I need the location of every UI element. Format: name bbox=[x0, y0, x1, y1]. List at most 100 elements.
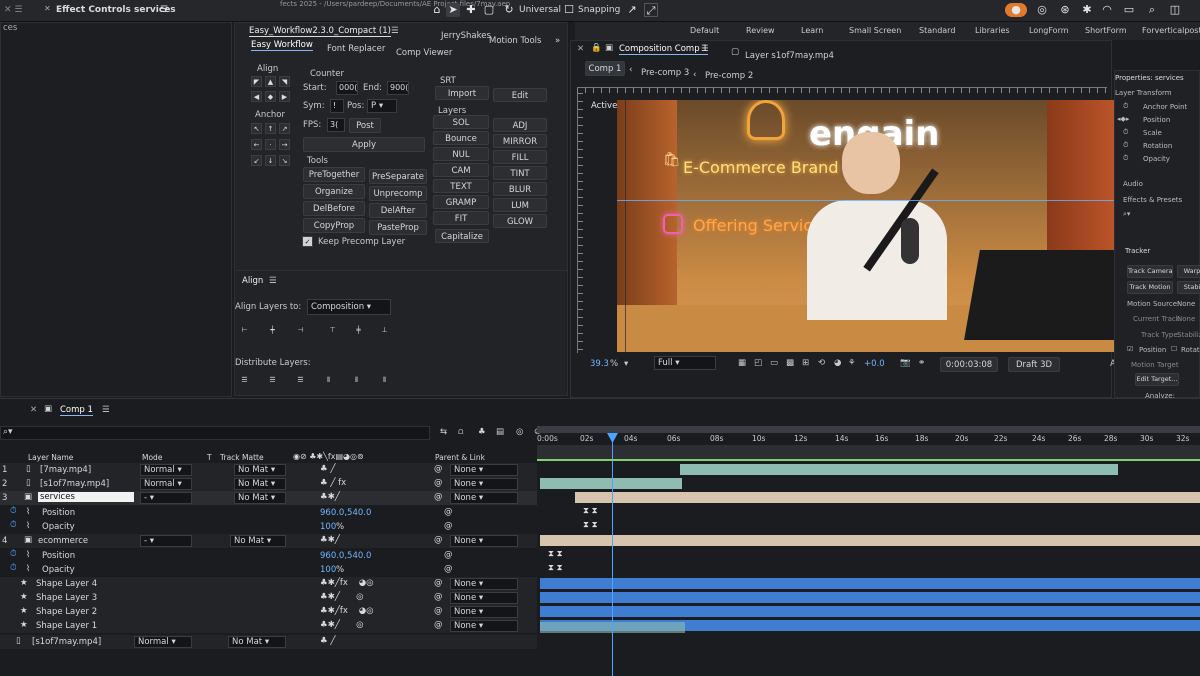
workspace-learn[interactable]: Learn bbox=[801, 26, 823, 35]
mask-icon[interactable]: ◰ bbox=[754, 358, 762, 368]
layer-bar[interactable] bbox=[540, 478, 682, 489]
stopwatch-icon[interactable]: ⏱ bbox=[1123, 141, 1128, 150]
pretogether-button[interactable]: PreTogether bbox=[303, 167, 365, 182]
track-matte-dropdown[interactable]: No Mat ▾ bbox=[234, 478, 286, 490]
expression-icon[interactable]: @ bbox=[444, 521, 453, 531]
graph-icon[interactable]: ⌇ bbox=[26, 507, 30, 517]
fit-button[interactable]: FIT bbox=[433, 211, 489, 225]
align-top-icon[interactable]: ▲ bbox=[265, 76, 276, 87]
battery-icon[interactable]: ▭ bbox=[1122, 3, 1136, 17]
expand-icon[interactable]: ⤢ bbox=[644, 3, 658, 17]
mode-dropdown[interactable]: Normal ▾ bbox=[140, 464, 192, 476]
track-matte-dropdown[interactable]: No Mat ▾ bbox=[234, 464, 286, 476]
graph-icon[interactable]: ⌇ bbox=[26, 521, 30, 531]
stopwatch-icon[interactable]: ⏱ bbox=[10, 549, 17, 559]
layer-name[interactable]: Shape Layer 2 bbox=[36, 607, 97, 617]
universal-label[interactable]: Universal bbox=[519, 5, 561, 15]
track-type-value[interactable]: Stabilize bbox=[1177, 331, 1200, 339]
workspace-longform[interactable]: LongForm bbox=[1029, 26, 1069, 35]
anchor-center-icon[interactable]: · bbox=[265, 139, 276, 150]
sol-button[interactable]: SOL bbox=[433, 115, 489, 129]
nul-button[interactable]: NUL bbox=[433, 147, 489, 161]
table-row[interactable]: ★ Shape Layer 4 ♣✱╱fx ◕◎ @ None ▾ bbox=[0, 577, 537, 591]
preseparate-button[interactable]: PreSeparate bbox=[369, 169, 427, 184]
stopwatch-icon[interactable]: ⏱ bbox=[1123, 128, 1128, 137]
switches-icons[interactable]: ♣✱╱ bbox=[320, 492, 340, 502]
graph-icon[interactable]: ⌇ bbox=[26, 550, 30, 560]
workspace-review[interactable]: Review bbox=[746, 26, 775, 35]
rotation-checkbox[interactable]: ☐ bbox=[1171, 345, 1177, 353]
resolution-dropdown[interactable]: Full ▾ bbox=[654, 356, 716, 370]
work-area-bar[interactable] bbox=[537, 426, 1200, 433]
switches-icons[interactable]: ♣✱╱ bbox=[320, 535, 340, 545]
draft-3d-icon[interactable]: ⩍ bbox=[458, 427, 464, 437]
adj-button[interactable]: ADJ bbox=[493, 118, 547, 132]
pasteprop-button[interactable]: PasteProp bbox=[369, 220, 427, 235]
creative-cloud-icon[interactable]: ◎ bbox=[1035, 3, 1049, 17]
expression-icon[interactable]: @ bbox=[444, 507, 453, 517]
switches-icons[interactable]: ♣✱╱ ◎ bbox=[320, 620, 364, 630]
grid-icon[interactable]: ▦ bbox=[738, 358, 746, 368]
tracker-label[interactable]: Tracker bbox=[1125, 247, 1150, 255]
track-motion-button[interactable]: Track Motion bbox=[1127, 281, 1173, 294]
track-camera-button[interactable]: Track Camera bbox=[1127, 265, 1173, 278]
pickwhip-icon[interactable]: @ bbox=[434, 620, 443, 630]
glow-button[interactable]: GLOW bbox=[493, 214, 547, 228]
table-row[interactable]: 3 ▣ services - ▾ No Mat ▾ ♣✱╱ @ None ▾ bbox=[0, 491, 537, 505]
lock-icon[interactable]: 🔒 bbox=[591, 43, 602, 53]
menu-icon[interactable]: ☰ bbox=[102, 405, 110, 415]
parent-dropdown[interactable]: None ▾ bbox=[450, 578, 518, 590]
expression-icon[interactable]: @ bbox=[444, 550, 453, 560]
effects-presets-label[interactable]: Effects & Presets bbox=[1123, 196, 1182, 204]
expand-panels-icon[interactable]: » bbox=[555, 36, 560, 46]
distribute-hcenter-icon[interactable]: ⫴ bbox=[351, 375, 362, 386]
distribute-vcenter-icon[interactable]: ☰ bbox=[267, 375, 278, 386]
table-row[interactable]: 4 ▣ ecommerce - ▾ No Mat ▾ ♣✱╱ @ None ▾ bbox=[0, 534, 537, 548]
switches-icons[interactable]: ♣✱╱fx ◕◎ bbox=[320, 606, 374, 616]
layer-bar[interactable] bbox=[540, 606, 1200, 617]
show-snapshot-icon[interactable]: ⚭ bbox=[918, 358, 925, 368]
parent-dropdown[interactable]: None ▾ bbox=[450, 464, 518, 476]
keyframe-icon[interactable]: ⧗ ⧗ bbox=[548, 549, 563, 559]
pickwhip-icon[interactable]: @ bbox=[434, 464, 443, 474]
menu-icon[interactable]: ☰ bbox=[160, 5, 168, 15]
motion-blur-icon[interactable]: ◎ bbox=[516, 427, 523, 437]
sym-field[interactable]: ! bbox=[330, 99, 344, 113]
stabilize-button[interactable]: Stabi bbox=[1177, 281, 1200, 294]
fill-button[interactable]: FILL bbox=[493, 150, 547, 164]
pickwhip-icon[interactable]: @ bbox=[434, 592, 443, 602]
tab-comp-viewer[interactable]: Comp Viewer bbox=[396, 48, 452, 58]
timeline-comp-tab[interactable]: Comp 1 bbox=[60, 405, 93, 416]
anchor-left-icon[interactable]: ← bbox=[251, 139, 262, 150]
align-vertical-centers-icon[interactable]: ╪ bbox=[353, 325, 364, 336]
table-row[interactable]: 2 ▯ [s1of7may.mp4] Normal ▾ No Mat ▾ ♣ ╱… bbox=[0, 477, 537, 491]
zoom-value[interactable]: 39.3 bbox=[590, 359, 609, 369]
stopwatch-icon[interactable]: ⏱ bbox=[1123, 154, 1128, 163]
align-panel-title[interactable]: Align bbox=[242, 276, 263, 286]
tab-font-replacer[interactable]: Font Replacer bbox=[327, 44, 385, 54]
graph-icon[interactable]: ⌇ bbox=[26, 564, 30, 574]
layer-name[interactable]: ecommerce bbox=[38, 536, 88, 546]
anchor-top-left-icon[interactable]: ↖ bbox=[251, 123, 262, 134]
distribute-right-icon[interactable]: ⫴ bbox=[379, 375, 390, 386]
fps-field[interactable]: 3( bbox=[327, 118, 345, 132]
switches-icons[interactable]: ♣✱╱fx ◕◎ bbox=[320, 578, 374, 588]
current-track-value[interactable]: None bbox=[1177, 315, 1195, 323]
camera-snapshot-icon[interactable]: 📷 bbox=[900, 358, 911, 368]
align-horizontal-centers-icon[interactable]: ┿ bbox=[267, 325, 278, 336]
opacity-value[interactable]: 100 bbox=[320, 565, 336, 575]
delafter-button[interactable]: DelAfter bbox=[369, 203, 427, 218]
table-row[interactable]: ▯ [s1of7may.mp4] Normal ▾ No Mat ▾ ♣ ╱ bbox=[0, 635, 537, 649]
workspace-default[interactable]: Default bbox=[690, 26, 719, 35]
layer-panel-title[interactable]: Layer s1of7may.mp4 bbox=[745, 51, 834, 61]
keep-precomp-checkbox[interactable]: ✓ bbox=[302, 236, 313, 247]
workspace-shortform[interactable]: ShortForm bbox=[1085, 26, 1127, 35]
mode-dropdown[interactable]: - ▾ bbox=[140, 492, 192, 504]
color-management-icon[interactable]: ⚘ bbox=[848, 358, 856, 368]
keyframe-icon[interactable]: ⧗ ⧗ bbox=[583, 520, 598, 530]
switches-icons[interactable]: ♣ ╱ bbox=[320, 636, 335, 646]
tab-pre-comp-2[interactable]: Pre-comp 2 bbox=[705, 71, 753, 81]
align-left-edges-icon[interactable]: ⊢ bbox=[239, 325, 250, 336]
pickwhip-icon[interactable]: @ bbox=[434, 535, 443, 545]
stopwatch-icon[interactable]: ⏱ bbox=[10, 520, 17, 530]
